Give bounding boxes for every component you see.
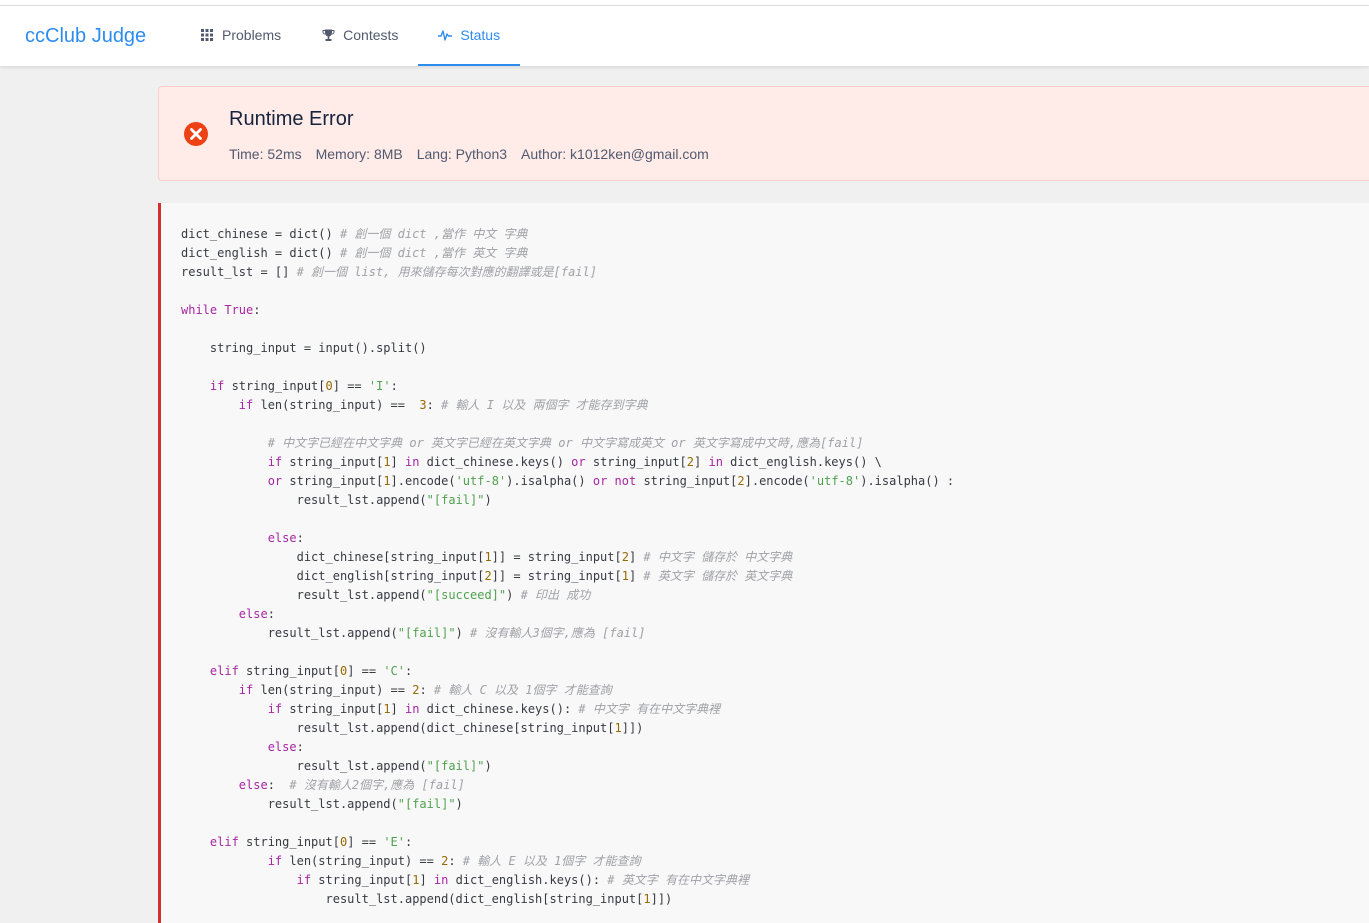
code-line: result_lst.append(dict_english[string_in… [181, 892, 673, 906]
nav-contests-label: Contests [343, 27, 399, 43]
code-line: dict_chinese = dict() # 創一個 dict ,當作 中文 … [181, 227, 528, 241]
code-line: result_lst.append("[succeed]") # 印出 成功 [181, 588, 591, 602]
nav-status-label: Status [460, 27, 501, 43]
status-result: Runtime Error [229, 108, 354, 130]
pulse-icon [438, 28, 453, 42]
code-line: elif string_input[0] == 'C': [209, 664, 413, 678]
code-line: result_lst.append(dict_chinese[string_in… [181, 721, 644, 735]
code-line: or string_input[1].encode('utf-8').isalp… [267, 474, 955, 488]
submission-lang: Lang: Python3 [416, 146, 508, 162]
code-line: if len(string_input) == 2: # 輸人 E 以及 1個字… [267, 854, 641, 868]
submission-author: Author: k1012ken@gmail.com [521, 146, 709, 162]
code-line: else: [267, 531, 304, 545]
code-line: result_lst.append("[fail]") [181, 797, 463, 811]
code-line: string_input = input().split() [181, 341, 427, 355]
code-line: else: # 沒有輸人2個字,應為 [fail] [238, 778, 465, 792]
top-navbar: ccClub Judge Problems Contests Status [0, 6, 1369, 66]
code-line: else: [238, 607, 275, 621]
nav-problems-label: Problems [222, 27, 282, 43]
code-line: dict_chinese[string_input[1]] = string_i… [181, 550, 793, 564]
grid-icon [200, 28, 214, 42]
code-line: dict_english = dict() # 創一個 dict ,當作 英文 … [181, 246, 528, 260]
submission-memory: Memory: 8MB [315, 146, 403, 162]
code-line: # 中文字已經在中文字典 or 英文字已經在英文字典 or 中文字寫成英文 or… [267, 436, 864, 450]
code-line: result_lst.append("[fail]") [181, 759, 492, 773]
code-line: dict_english[string_input[2]] = string_i… [181, 569, 793, 583]
code-line: result_lst.append("[fail]") [181, 493, 492, 507]
source-code-panel[interactable]: dict_chinese = dict() # 創一個 dict ,當作 中文 … [158, 203, 1369, 923]
code-line: else: [267, 740, 304, 754]
trophy-icon [321, 28, 335, 42]
code-line: if string_input[1] in dict_chinese.keys(… [267, 455, 882, 469]
code-line: if string_input[1] in dict_english.keys(… [296, 873, 749, 887]
code-line: if string_input[0] == 'I': [209, 379, 398, 393]
main-nav: Problems Contests Status [180, 6, 521, 66]
code-line: if string_input[1] in dict_chinese.keys(… [267, 702, 721, 716]
nav-contests[interactable]: Contests [301, 6, 418, 66]
nav-problems[interactable]: Problems [180, 6, 301, 66]
submission-status-card: Runtime Error Time: 52ms Memory: 8MB Lang:… [158, 86, 1369, 181]
code-line: elif string_input[0] == 'E': [209, 835, 413, 849]
code-line: result_lst.append("[fail]") # 沒有輸人3個字,應為… [181, 626, 646, 640]
submission-info: Time: 52ms Memory: 8MB Lang: Python3 Author… [229, 146, 723, 162]
brand-logo[interactable]: ccClub Judge [0, 6, 178, 66]
error-circle-icon [183, 121, 209, 147]
code-line: if len(string_input) == 2: # 輸人 C 以及 1個字… [238, 683, 612, 697]
code-line: while True: [181, 303, 261, 317]
nav-status[interactable]: Status [418, 6, 521, 66]
code-line: result_lst = [] # 創一個 list, 用來儲存每次對應的翻譯或… [181, 265, 597, 279]
source-code[interactable]: dict_chinese = dict() # 創一個 dict ,當作 中文 … [161, 203, 1369, 909]
code-line: if len(string_input) == 3: # 輸人 I 以及 兩個字… [238, 398, 648, 412]
submission-time: Time: 52ms [229, 146, 302, 162]
